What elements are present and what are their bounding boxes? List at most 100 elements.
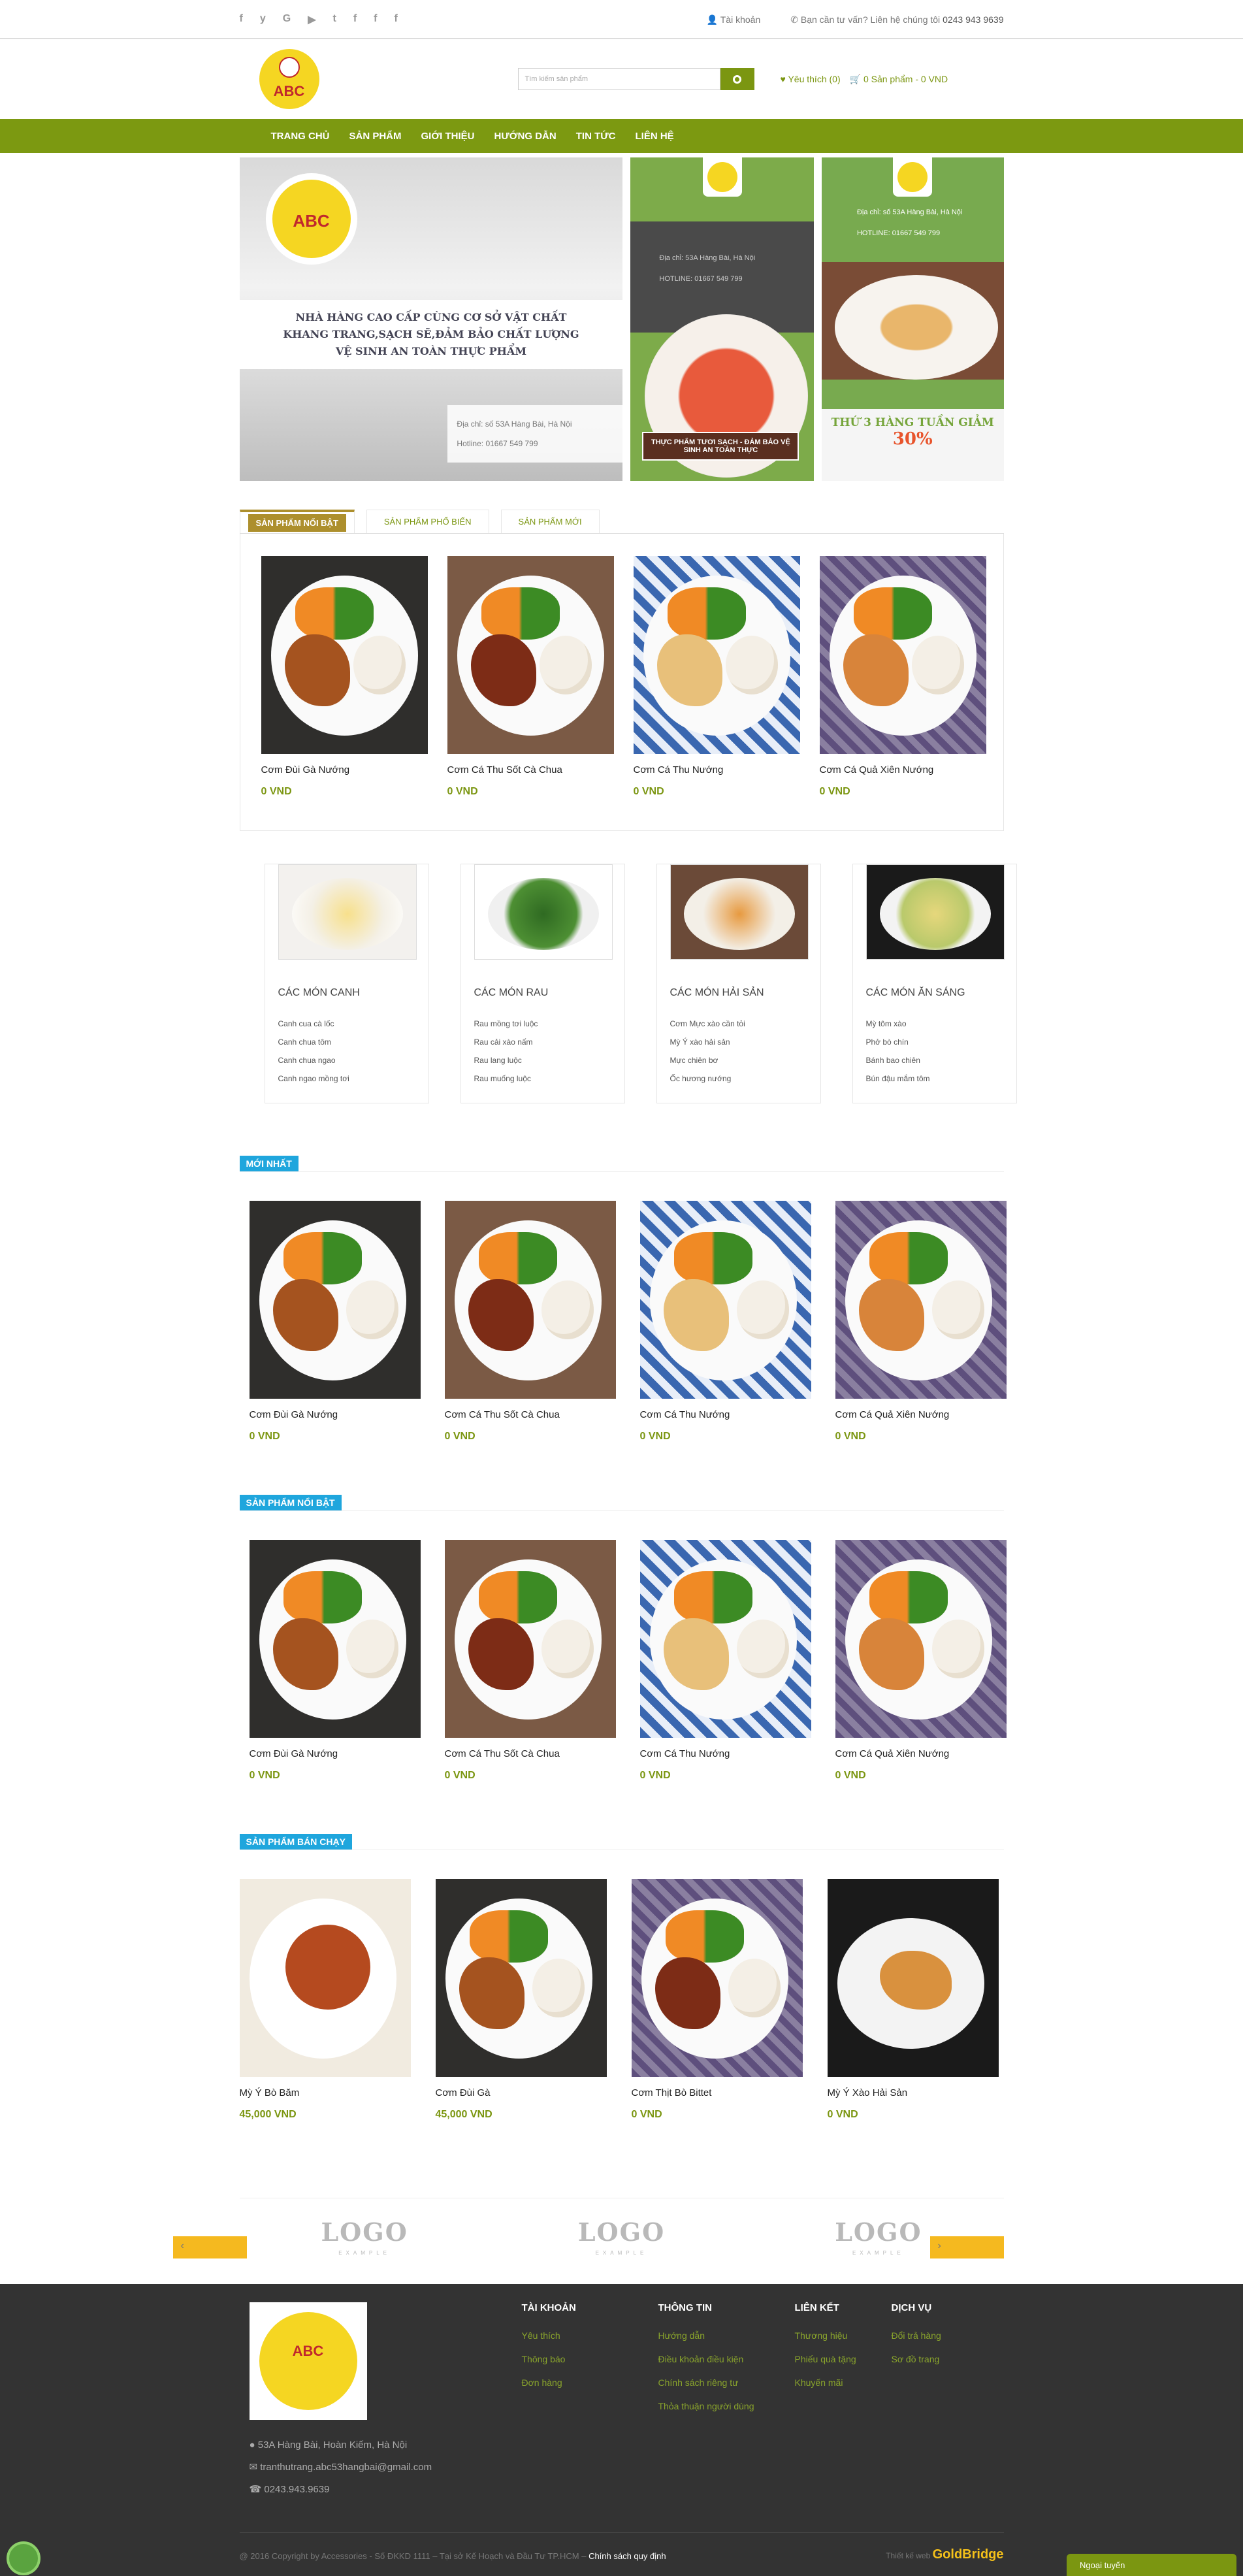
product-card[interactable]: Mỳ Ý Bò Băm 45,000 VND: [239, 1879, 411, 2121]
category-image[interactable]: [670, 864, 809, 960]
product-card[interactable]: Cơm Cá Thu Sốt Cà Chua 0 VND: [444, 1201, 616, 1443]
footer-email[interactable]: tranthutrang.abc53hangbai@gmail.com: [260, 2462, 432, 2473]
search-button[interactable]: [720, 68, 754, 90]
product-name[interactable]: Cơm Cá Thu Sốt Cà Chua: [447, 764, 614, 775]
designer-brand[interactable]: GoldBridge: [933, 2547, 1004, 2562]
google-plus-icon[interactable]: G: [283, 13, 291, 26]
chat-widget[interactable]: Ngoại tuyến: [1067, 2554, 1236, 2576]
video-icon[interactable]: ▶: [308, 13, 315, 26]
product-name[interactable]: Cơm Cá Quả Xiên Nướng: [835, 1748, 1007, 1759]
facebook-icon[interactable]: f: [374, 13, 377, 26]
partner-logo[interactable]: LOGO EXAMPLE: [578, 2220, 665, 2264]
category-link[interactable]: Rau mồng tơi luộc: [474, 1015, 611, 1033]
facebook-icon[interactable]: f: [394, 13, 397, 26]
product-name[interactable]: Cơm Cá Quả Xiên Nướng: [820, 764, 986, 775]
category-link[interactable]: Ốc hương nướng: [670, 1069, 807, 1088]
footer-logo[interactable]: ABC: [249, 2302, 367, 2420]
product-card[interactable]: Cơm Đùi Gà 45,000 VND: [435, 1879, 607, 2121]
product-name[interactable]: Mỳ Ý Xào Hải Sản: [828, 2087, 999, 2098]
category-image[interactable]: [278, 864, 417, 960]
footer-link[interactable]: Thỏa thuận người dùng: [658, 2394, 776, 2418]
tab-new[interactable]: SẢN PHẨM MỚI: [500, 510, 600, 533]
product-card[interactable]: Mỳ Ý Xào Hải Sản 0 VND: [827, 1879, 999, 2121]
youtube-icon[interactable]: y: [260, 13, 266, 26]
partner-logo[interactable]: LOGO EXAMPLE: [835, 2220, 922, 2264]
partner-logo[interactable]: LOGO EXAMPLE: [321, 2220, 408, 2264]
category-title[interactable]: CÁC MÓN CANH: [278, 987, 415, 999]
category-link[interactable]: Canh chua ngao: [278, 1051, 415, 1069]
product-image[interactable]: [631, 1879, 803, 2077]
tab-featured[interactable]: SẢN PHẨM NỔI BẬT: [239, 510, 355, 533]
search-input[interactable]: Tìm kiếm sản phẩm: [517, 68, 720, 90]
product-name[interactable]: Cơm Cá Thu Sốt Cà Chua: [445, 1748, 616, 1759]
footer-link[interactable]: Chính sách riêng tư: [658, 2371, 776, 2394]
site-logo[interactable]: ABC: [259, 49, 319, 109]
category-link[interactable]: Rau cải xào nấm: [474, 1033, 611, 1051]
nav-contact[interactable]: LIÊN HỆ: [636, 131, 674, 142]
banner-side-2[interactable]: Địa chỉ: số 53A Hàng Bài, Hà Nội HOTLINE…: [821, 157, 1004, 481]
category-link[interactable]: Mỳ tôm xào: [866, 1015, 1003, 1033]
policy-link[interactable]: Chính sách quy định: [589, 2551, 666, 2561]
product-card[interactable]: Cơm Cá Thu Nướng 0 VND: [633, 556, 800, 830]
product-image[interactable]: [639, 1201, 811, 1399]
footer-link[interactable]: Điều khoản điều kiện: [658, 2347, 776, 2371]
category-link[interactable]: Bún đậu mắm tôm: [866, 1069, 1003, 1088]
product-card[interactable]: Cơm Cá Thu Sốt Cà Chua 0 VND: [447, 556, 614, 830]
category-link[interactable]: Mỳ Ý xào hải sản: [670, 1033, 807, 1051]
footer-link[interactable]: Thông báo: [522, 2347, 594, 2371]
nav-about[interactable]: GIỚI THIỆU: [421, 131, 475, 142]
category-link[interactable]: Mực chiên bơ: [670, 1051, 807, 1069]
wishlist-link[interactable]: ♥ Yêu thích (0): [781, 74, 841, 85]
footer-phone[interactable]: 0243.943.9639: [264, 2484, 329, 2495]
banner-main[interactable]: ABC NHÀ HÀNG CAO CẤP CÙNG CƠ SỞ VẬT CHẤT…: [239, 157, 623, 481]
product-name[interactable]: Cơm Đùi Gà: [436, 2087, 607, 2098]
category-link[interactable]: Canh cua cà lốc: [278, 1015, 415, 1033]
category-link[interactable]: Cơm Mực xào cần tỏi: [670, 1015, 807, 1033]
footer-link[interactable]: Hướng dẫn: [658, 2324, 776, 2347]
product-image[interactable]: [249, 1201, 421, 1399]
product-name[interactable]: Mỳ Ý Bò Băm: [240, 2087, 411, 2098]
category-link[interactable]: Canh chua tôm: [278, 1033, 415, 1051]
product-image[interactable]: [435, 1879, 607, 2077]
category-title[interactable]: CÁC MÓN RAU: [474, 987, 611, 999]
category-image[interactable]: [865, 864, 1005, 960]
product-image[interactable]: [639, 1540, 811, 1738]
category-link[interactable]: Phở bò chín: [866, 1033, 1003, 1051]
product-image[interactable]: [447, 556, 614, 754]
product-card[interactable]: Cơm Đùi Gà Nướng 0 VND: [249, 1201, 421, 1443]
footer-link[interactable]: Sơ đồ trang: [892, 2347, 963, 2371]
category-image[interactable]: [474, 864, 613, 960]
product-name[interactable]: Cơm Đùi Gà Nướng: [261, 764, 428, 775]
product-name[interactable]: Cơm Đùi Gà Nướng: [250, 1409, 421, 1420]
product-card[interactable]: Cơm Cá Thu Sốt Cà Chua 0 VND: [444, 1540, 616, 1782]
nav-guide[interactable]: HƯỚNG DẪN: [494, 131, 556, 142]
footer-link[interactable]: Đơn hàng: [522, 2371, 594, 2394]
category-link[interactable]: Rau lang luộc: [474, 1051, 611, 1069]
product-name[interactable]: Cơm Cá Quả Xiên Nướng: [835, 1409, 1007, 1420]
product-card[interactable]: Cơm Thịt Bò Bittet 0 VND: [631, 1879, 803, 2121]
product-card[interactable]: Cơm Đùi Gà Nướng 0 VND: [261, 556, 428, 830]
facebook-icon[interactable]: f: [353, 13, 357, 26]
product-image[interactable]: [835, 1201, 1007, 1399]
product-image[interactable]: [261, 556, 428, 754]
nav-home[interactable]: TRANG CHỦ: [271, 131, 330, 142]
cart-link[interactable]: 🛒 0 Sản phẩm - 0 VND: [850, 74, 948, 85]
product-image[interactable]: [444, 1540, 616, 1738]
category-title[interactable]: CÁC MÓN HẢI SẢN: [670, 987, 807, 999]
banner-side-1[interactable]: Địa chỉ: 53A Hàng Bài, Hà Nội HOTLINE: 0…: [630, 157, 814, 481]
product-card[interactable]: Cơm Cá Quả Xiên Nướng 0 VND: [835, 1201, 1007, 1443]
product-card[interactable]: Cơm Cá Quả Xiên Nướng 0 VND: [835, 1540, 1007, 1782]
account-link[interactable]: 👤 Tài khoản: [707, 14, 761, 25]
product-card[interactable]: Cơm Cá Thu Nướng 0 VND: [639, 1201, 811, 1443]
product-card[interactable]: Cơm Cá Quả Xiên Nướng 0 VND: [819, 556, 986, 830]
footer-link[interactable]: Yêu thích: [522, 2324, 594, 2347]
product-image[interactable]: [239, 1879, 411, 2077]
tab-popular[interactable]: SẢN PHẨM PHỔ BIẾN: [366, 510, 489, 533]
product-name[interactable]: Cơm Cá Thu Nướng: [640, 1409, 811, 1420]
product-name[interactable]: Cơm Đùi Gà Nướng: [250, 1748, 421, 1759]
product-image[interactable]: [249, 1540, 421, 1738]
product-name[interactable]: Cơm Cá Thu Nướng: [634, 764, 800, 775]
product-image[interactable]: [633, 556, 800, 754]
carousel-next-button[interactable]: ›: [929, 2236, 1004, 2258]
footer-link[interactable]: Thương hiệu: [795, 2324, 867, 2347]
